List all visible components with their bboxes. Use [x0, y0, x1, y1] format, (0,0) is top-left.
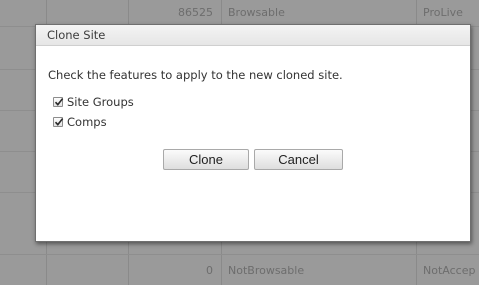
table-cell-browsable: Browsable — [228, 6, 285, 19]
dialog-title: Clone Site — [47, 28, 106, 42]
table-cell-browsable: NotBrowsable — [228, 264, 305, 277]
checkmark-icon — [54, 118, 64, 126]
row-divider — [0, 254, 479, 255]
cancel-button[interactable]: Cancel — [254, 149, 343, 170]
clone-button[interactable]: Clone — [163, 149, 249, 170]
option-comps[interactable]: Comps — [53, 115, 107, 129]
comps-label: Comps — [67, 115, 107, 129]
option-site-groups[interactable]: Site Groups — [53, 95, 134, 109]
comps-checkbox[interactable] — [53, 117, 64, 127]
dialog-titlebar[interactable]: Clone Site — [36, 25, 470, 46]
table-cell-count: 86525 — [178, 6, 213, 19]
site-groups-label: Site Groups — [67, 95, 134, 109]
clone-site-dialog: Clone Site Check the features to apply t… — [35, 24, 471, 242]
checkmark-icon — [54, 98, 64, 106]
site-groups-checkbox[interactable] — [53, 97, 64, 107]
dialog-message: Check the features to apply to the new c… — [48, 68, 343, 82]
table-cell-count: 0 — [206, 264, 213, 277]
table-cell-status: ProLive — [423, 6, 463, 19]
table-cell-status: NotAccep — [423, 264, 476, 277]
